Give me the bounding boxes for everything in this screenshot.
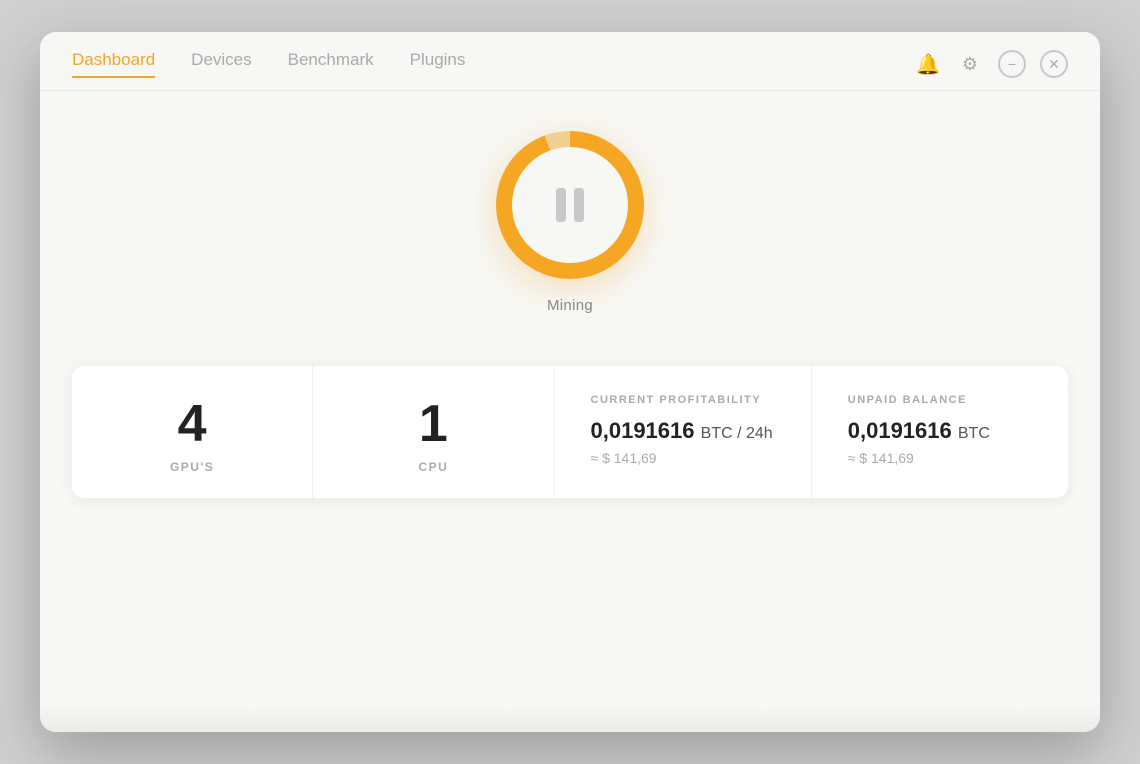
tab-dashboard[interactable]: Dashboard (72, 50, 155, 78)
balance-cell: UNPAID BALANCE 0,0191616 BTC ≈ $ 141,69 (812, 366, 1068, 498)
cpu-count: 1 (419, 398, 448, 450)
main-content: Mining 4 GPU'S 1 CPU CURRENT PROFITABILI… (40, 91, 1100, 704)
pause-bar-right (574, 188, 584, 222)
tab-devices[interactable]: Devices (191, 50, 251, 78)
cpu-label: CPU (418, 460, 448, 474)
cpu-stat-cell: 1 CPU (313, 366, 554, 498)
mining-toggle-button[interactable] (496, 131, 644, 279)
profitability-usd: ≈ $ 141,69 (591, 450, 657, 466)
pause-icon (556, 188, 584, 222)
balance-btc: 0,0191616 BTC (848, 418, 990, 444)
titlebar: Dashboard Devices Benchmark Plugins 🔔 ⚙ … (40, 32, 1100, 78)
profitability-title: CURRENT PROFITABILITY (591, 394, 762, 406)
app-window: Dashboard Devices Benchmark Plugins 🔔 ⚙ … (40, 32, 1100, 732)
mining-circle-inner (512, 147, 628, 263)
gpu-stat-cell: 4 GPU'S (72, 366, 313, 498)
gpu-count: 4 (178, 398, 207, 450)
tab-plugins[interactable]: Plugins (410, 50, 466, 78)
balance-usd: ≈ $ 141,69 (848, 450, 914, 466)
window-controls: 🔔 ⚙ − ✕ (914, 50, 1068, 78)
close-button[interactable]: ✕ (1040, 50, 1068, 78)
stats-row: 4 GPU'S 1 CPU CURRENT PROFITABILITY 0,01… (72, 366, 1068, 498)
gpu-label: GPU'S (170, 460, 214, 474)
nav-tabs: Dashboard Devices Benchmark Plugins (72, 50, 465, 78)
bottom-fade (40, 704, 1100, 732)
profitability-btc: 0,0191616 BTC / 24h (591, 418, 773, 444)
tab-benchmark[interactable]: Benchmark (288, 50, 374, 78)
balance-title: UNPAID BALANCE (848, 394, 967, 406)
pause-bar-left (556, 188, 566, 222)
profitability-cell: CURRENT PROFITABILITY 0,0191616 BTC / 24… (555, 366, 812, 498)
mining-button-area: Mining (496, 131, 644, 314)
gear-icon[interactable]: ⚙ (956, 50, 984, 78)
mining-label: Mining (547, 297, 593, 314)
bell-icon[interactable]: 🔔 (914, 50, 942, 78)
minimize-button[interactable]: − (998, 50, 1026, 78)
